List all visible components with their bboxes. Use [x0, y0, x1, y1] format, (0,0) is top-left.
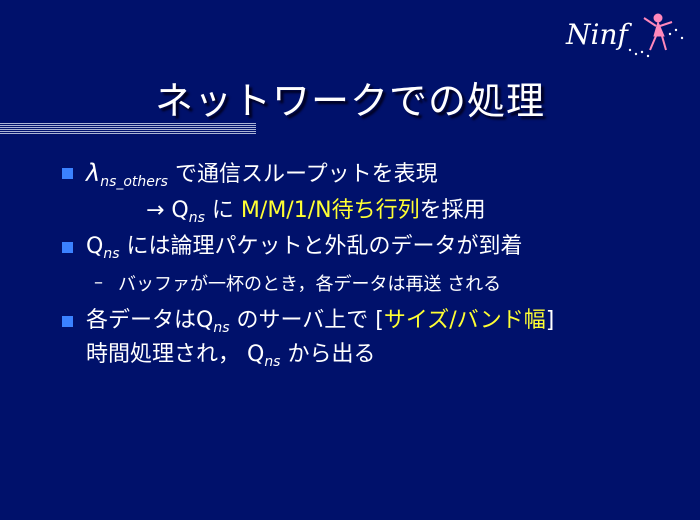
bullet-3-text-1: のサーバ上で [ — [229, 308, 384, 333]
bullet-3-cont-subscript: ns — [264, 354, 281, 370]
bullet-3-continuation: 時間処理され， Qns から出る — [86, 340, 375, 377]
sub-bullet-dash: – — [94, 272, 103, 293]
logo-text: Ninf — [565, 18, 632, 51]
continuation-text-2: を採用 — [419, 198, 486, 223]
ninf-logo: Ninf — [565, 13, 684, 58]
bullet-2-q: Q — [86, 234, 104, 259]
lambda-symbol: λ — [86, 159, 101, 187]
dancer-figure-icon — [643, 13, 673, 51]
bullet-square-icon — [62, 242, 73, 253]
arrow-q: → Q — [146, 198, 189, 223]
bullet-3-subscript: ns — [213, 320, 230, 336]
queue-model-highlight: M/M/1/N待ち行列 — [240, 198, 420, 223]
bullet-3-text-2: ] — [545, 308, 555, 333]
bullet-3-text: 各データはQns のサーバ上で [サイズ/バンド幅] — [86, 306, 554, 343]
size-bandwidth-highlight: サイズ/バンド幅 — [383, 308, 546, 333]
lambda-subscript: ns_others — [100, 174, 168, 190]
bullet-2-text: Qns には論理パケットと外乱のデータが到着 — [86, 232, 523, 269]
bullet-3-pre: 各データはQ — [86, 308, 214, 333]
bullet-square-icon — [62, 316, 73, 327]
continuation-text-1: に — [204, 198, 241, 223]
bullet-2-body: には論理パケットと外乱のデータが到着 — [119, 234, 523, 259]
sub-bullet-text: バッファが一杯のとき，各データは再送 される — [118, 274, 502, 295]
bullet-3-cont-body: から出る — [280, 342, 376, 367]
bullet-square-icon — [62, 168, 73, 179]
bullet-2-subscript: ns — [103, 246, 120, 262]
q-subscript: ns — [188, 210, 205, 226]
bullet-1-body: で通信スループットを表現 — [167, 162, 438, 187]
slide-title: ネットワークでの処理 — [154, 79, 545, 123]
bullet-1-text: λns_others で通信スループットを表現 — [86, 158, 438, 197]
bullet-1-continuation: → Qns に M/M/1/N待ち行列を採用 — [146, 196, 486, 233]
bullet-3-cont-pre: 時間処理され， Q — [86, 342, 265, 367]
title-underline-rule — [0, 122, 256, 134]
